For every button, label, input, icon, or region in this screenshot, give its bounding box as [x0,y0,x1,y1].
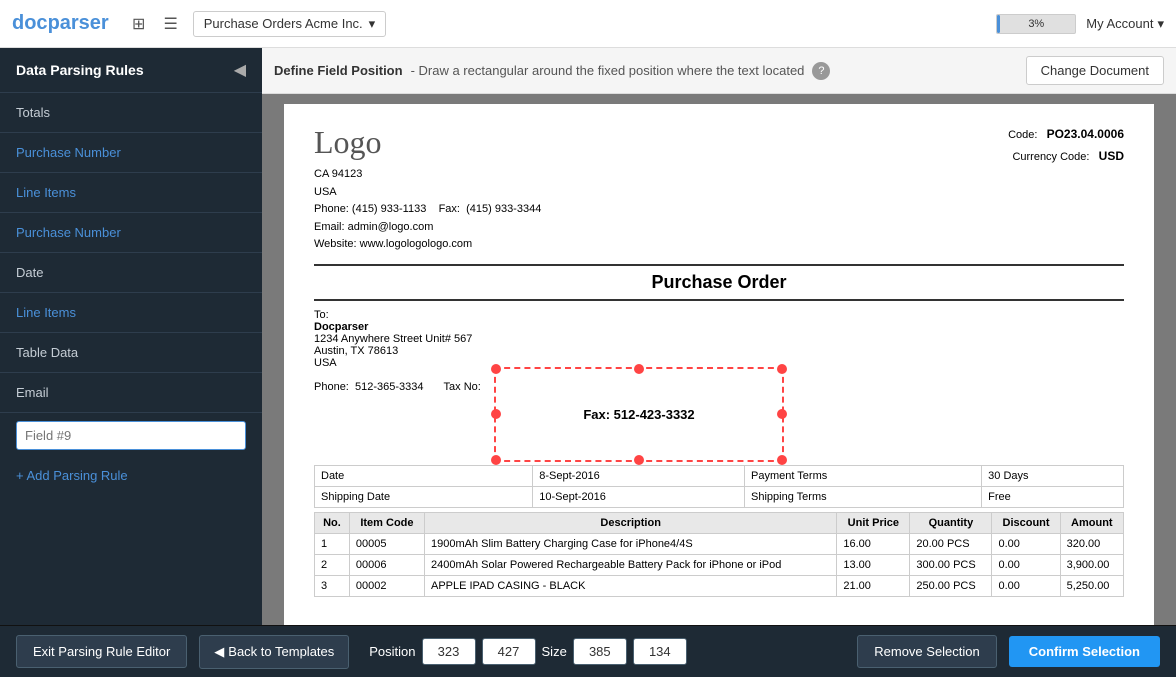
chevron-left-icon: ◀ [214,644,224,660]
sidebar-field-input-container [0,413,262,458]
doc-to: To: Docparser 1234 Anywhere Street Unit#… [314,309,1124,369]
size-label: Size [542,644,567,659]
sidebar-item-totals[interactable]: Totals [0,93,262,133]
sidebar-collapse-icon[interactable]: ◀ [234,60,246,80]
topbar: docparser ⊞ ☰ Purchase Orders Acme Inc. … [0,0,1176,48]
workspace-label: Purchase Orders Acme Inc. [204,16,363,31]
sidebar-item-label: Email [16,385,49,400]
handle-tl[interactable] [491,364,501,374]
sidebar-item-purchase-number-1[interactable]: Purchase Number [0,133,262,173]
doc-phone2: Phone: 512-365-3334 [314,381,424,457]
back-to-templates-button[interactable]: ◀ Back to Templates [199,635,349,669]
size-height-input[interactable] [633,638,687,665]
doc-code-row: Code: PO23.04.0006 [1008,124,1124,146]
sidebar-item-table-data[interactable]: Table Data [0,333,262,373]
size-width-input[interactable] [573,638,627,665]
position-label: Position [369,644,415,659]
sidebar-item-line-items-1[interactable]: Line Items [0,173,262,213]
content-area: Define Field Position - Draw a rectangul… [262,48,1176,625]
help-icon[interactable]: ? [812,62,830,80]
main-layout: Data Parsing Rules ◀ Totals Purchase Num… [0,48,1176,625]
confirm-selection-button[interactable]: Confirm Selection [1009,636,1160,667]
sidebar-item-email[interactable]: Email [0,373,262,413]
doc-header: Logo CA 94123 USA Phone: (415) 933-1133 … [314,124,1124,254]
table-row: 2 00006 2400mAh Solar Powered Rechargeab… [315,554,1124,575]
sidebar-header: Data Parsing Rules ◀ [0,48,262,93]
sidebar-item-purchase-number-2[interactable]: Purchase Number [0,213,262,253]
my-account-menu[interactable]: My Account ▾ [1086,16,1164,32]
position-y-input[interactable] [482,638,536,665]
sidebar-item-label: Totals [16,105,50,120]
logo-parser: parser [48,12,109,34]
handle-ml[interactable] [491,409,501,419]
doc-currency-row: Currency Code: USD [1008,146,1124,168]
change-document-button[interactable]: Change Document [1026,56,1164,85]
logo-doc: doc [12,12,48,34]
chevron-down-icon: ▾ [369,16,376,32]
table-row: Shipping Date 10-Sept-2016 Shipping Term… [315,486,1124,507]
doc-address: CA 94123 USA Phone: (415) 933-1133 Fax: … [314,166,541,254]
sidebar-item-label: Line Items [16,185,76,200]
position-x-input[interactable] [422,638,476,665]
document-content: Logo CA 94123 USA Phone: (415) 933-1133 … [284,104,1154,625]
sidebar-item-label: Date [16,265,43,280]
doc-phone: Phone: (415) 933-1133 Fax: (415) 933-334… [314,201,541,219]
sidebar-item-label: Purchase Number [16,145,121,160]
define-bar-title: Define Field Position [274,63,403,78]
handle-tr[interactable] [777,364,787,374]
logo: docparser [12,12,109,35]
exit-parsing-rule-editor-button[interactable]: Exit Parsing Rule Editor [16,635,187,668]
doc-left-header: Logo CA 94123 USA Phone: (415) 933-1133 … [314,124,541,254]
sidebar: Data Parsing Rules ◀ Totals Purchase Num… [0,48,262,625]
progress-bar: 3% [996,14,1076,34]
sidebar-item-date[interactable]: Date [0,253,262,293]
define-bar-description: - Draw a rectangular around the fixed po… [411,63,805,78]
table-row: 3 00002 APPLE IPAD CASING - BLACK 21.00 … [315,575,1124,596]
doc-contact-row: Phone: 512-365-3334 Tax No: [314,377,1124,457]
doc-info-table: Date 8-Sept-2016 Payment Terms 30 Days S… [314,465,1124,508]
purchase-order-title: Purchase Order [314,264,1124,301]
line-items-table: No. Item Code Description Unit Price Qua… [314,512,1124,597]
handle-bm[interactable] [634,455,644,465]
bottom-bar: Exit Parsing Rule Editor ◀ Back to Templ… [0,625,1176,677]
sidebar-title: Data Parsing Rules [16,62,144,78]
doc-currency-value: USD [1099,149,1124,163]
table-header-row: No. Item Code Description Unit Price Qua… [315,512,1124,533]
handle-tm[interactable] [634,364,644,374]
handle-mr[interactable] [777,409,787,419]
table-row: 1 00005 1900mAh Slim Battery Charging Ca… [315,533,1124,554]
sidebar-item-line-items-2[interactable]: Line Items [0,293,262,333]
menu-icon[interactable]: ☰ [161,14,181,34]
chevron-down-icon: ▾ [1157,16,1164,32]
document-preview[interactable]: Logo CA 94123 USA Phone: (415) 933-1133 … [262,94,1176,625]
define-field-bar: Define Field Position - Draw a rectangul… [262,48,1176,94]
doc-addr-ca: CA 94123 [314,166,541,184]
doc-logo: Logo [314,124,541,161]
my-account-label: My Account [1086,16,1153,31]
topbar-right: 3% My Account ▾ [996,14,1164,34]
progress-label: 3% [997,15,1075,33]
doc-email: Email: admin@logo.com [314,219,541,237]
add-parsing-rule-button[interactable]: + Add Parsing Rule [0,458,262,493]
doc-taxno: Tax No: [444,381,481,457]
doc-website: Website: www.logologologo.com [314,236,541,254]
table-row: Date 8-Sept-2016 Payment Terms 30 Days [315,465,1124,486]
selection-text: Fax: 512-423-3332 [583,407,694,422]
doc-addr-usa: USA [314,184,541,202]
selection-box[interactable]: Fax: 512-423-3332 [494,367,784,462]
sidebar-item-label: Table Data [16,345,78,360]
doc-codes: Code: PO23.04.0006 Currency Code: USD [1008,124,1124,254]
grid-icon[interactable]: ⊞ [129,14,149,34]
handle-bl[interactable] [491,455,501,465]
doc-code-value: PO23.04.0006 [1047,127,1124,141]
field-name-input[interactable] [16,421,246,450]
workspace-dropdown[interactable]: Purchase Orders Acme Inc. ▾ [193,11,386,37]
sidebar-item-label: Purchase Number [16,225,121,240]
sidebar-item-label: Line Items [16,305,76,320]
back-label: Back to Templates [228,644,334,659]
position-group: Position Size [369,638,687,665]
handle-br[interactable] [777,455,787,465]
remove-selection-button[interactable]: Remove Selection [857,635,997,668]
